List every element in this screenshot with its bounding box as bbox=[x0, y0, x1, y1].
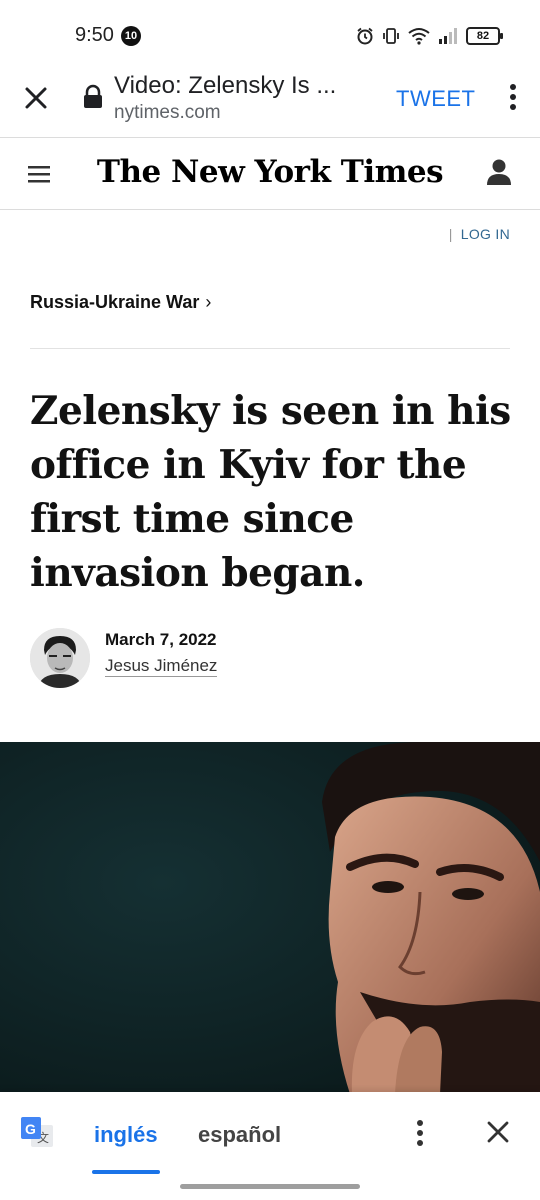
alarm-icon bbox=[357, 27, 373, 45]
wifi-icon bbox=[408, 28, 430, 45]
site-header: The New York Times bbox=[0, 138, 540, 210]
page-title: Video: Zelensky Is ... bbox=[114, 72, 337, 99]
svg-text:G: G bbox=[25, 1121, 36, 1137]
status-time: 9:50 bbox=[75, 24, 114, 46]
nyt-logo[interactable]: The New York Times bbox=[0, 154, 540, 190]
close-icon[interactable] bbox=[20, 82, 52, 114]
user-account-icon[interactable] bbox=[486, 158, 512, 186]
close-icon[interactable] bbox=[484, 1118, 512, 1146]
active-tab-indicator bbox=[92, 1170, 160, 1174]
kicker-label: Russia-Ukraine War bbox=[30, 292, 200, 312]
more-options-icon[interactable] bbox=[415, 1118, 425, 1148]
home-indicator[interactable] bbox=[180, 1184, 360, 1189]
publish-date: March 7, 2022 bbox=[105, 630, 217, 649]
notification-count-badge: 10 bbox=[121, 26, 141, 46]
battery-icon: 82 bbox=[466, 27, 503, 45]
status-bar: 9:50 10 82 bbox=[0, 0, 540, 64]
status-icons: 82 bbox=[356, 24, 503, 48]
article-hero-image[interactable] bbox=[0, 742, 540, 1094]
section-kicker-link[interactable]: Russia-Ukraine War › bbox=[30, 292, 211, 313]
byline: March 7, 2022 Jesus Jiménez bbox=[30, 628, 510, 688]
tweet-button[interactable]: TWEET bbox=[396, 86, 476, 112]
login-row: | LOG IN bbox=[449, 226, 510, 242]
source-language-tab[interactable]: inglés bbox=[94, 1122, 158, 1148]
browser-toolbar: Video: Zelensky Is ... nytimes.com TWEET bbox=[0, 64, 540, 138]
divider bbox=[30, 348, 510, 349]
more-options-icon[interactable] bbox=[508, 82, 518, 112]
login-link[interactable]: LOG IN bbox=[461, 226, 510, 242]
article-headline: Zelensky is seen in his office in Kyiv f… bbox=[30, 388, 511, 596]
author-avatar[interactable] bbox=[30, 628, 90, 688]
chevron-right-icon: › bbox=[205, 292, 212, 312]
lock-icon bbox=[84, 84, 102, 108]
vibrate-icon bbox=[383, 28, 399, 44]
author-link[interactable]: Jesus Jiménez bbox=[105, 656, 218, 677]
page-url[interactable]: nytimes.com bbox=[114, 102, 221, 124]
target-language-tab[interactable]: español bbox=[198, 1122, 281, 1148]
divider: | bbox=[448, 226, 453, 242]
cell-signal-icon bbox=[439, 28, 457, 44]
google-translate-icon[interactable]: 文 G bbox=[20, 1116, 54, 1150]
